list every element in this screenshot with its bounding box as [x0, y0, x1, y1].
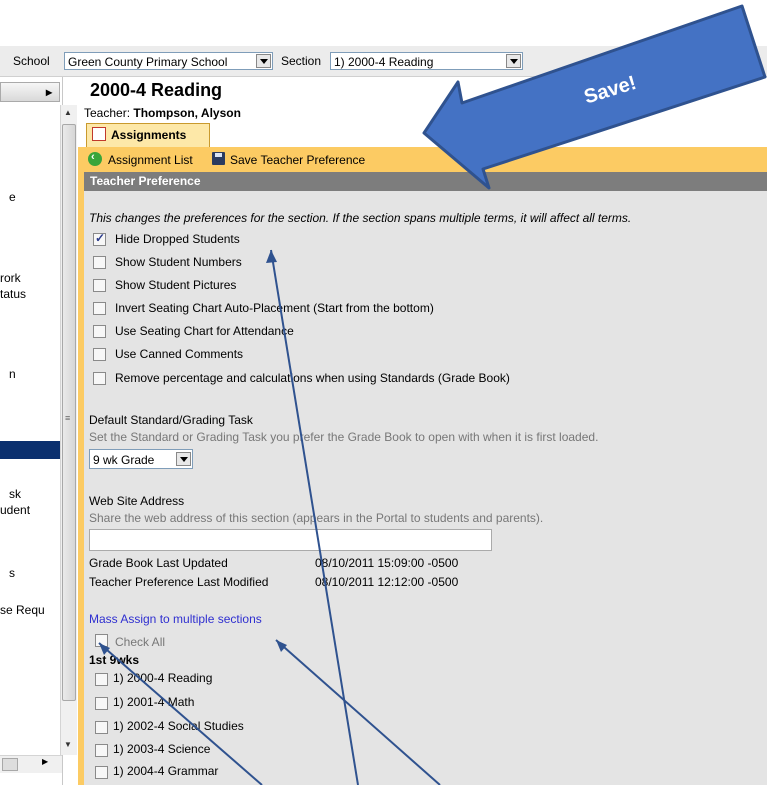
tab-assignments-label: Assignments [111, 128, 187, 142]
grip-icon: ≡ [65, 413, 71, 423]
section-item: 1) 2001-4 Math [113, 695, 195, 709]
page-title: 2000-4 Reading [90, 80, 223, 100]
section-checkbox[interactable] [95, 744, 108, 757]
edit-icon [92, 127, 106, 141]
default-task-help: Set the Standard or Grading Task you pre… [89, 430, 599, 444]
sidebar-item[interactable]: udent [0, 503, 30, 517]
section-label: Section [281, 54, 322, 68]
option-label: Use Seating Chart for Attendance [115, 324, 294, 338]
section-checkbox[interactable] [95, 766, 108, 779]
gradebook-updated-label: Grade Book Last Updated [89, 556, 228, 570]
sidebar-item[interactable]: sk [9, 487, 21, 501]
hide-dropped-checkbox[interactable] [93, 231, 106, 246]
section-select-value: 1) 2000-4 Reading [334, 55, 434, 69]
sidebar-item[interactable]: n [9, 367, 16, 381]
sidebar-item[interactable]: se Requ [0, 603, 45, 617]
hscroll-thumb[interactable] [2, 758, 18, 771]
section-header: Teacher Preference [84, 172, 767, 191]
section-checkbox[interactable] [95, 721, 108, 734]
chevron-down-icon [176, 452, 191, 466]
option-label: Remove percentage and calculations when … [115, 371, 510, 385]
preference-modified-label: Teacher Preference Last Modified [89, 575, 269, 589]
sidebar-item[interactable]: tatus [0, 287, 26, 301]
scroll-up-icon[interactable]: ▲ [64, 108, 72, 117]
school-label: School [13, 54, 50, 68]
section-item: 1) 2000-4 Reading [113, 671, 213, 685]
gradebook-updated-value: 08/10/2011 15:09:00 -0500 [315, 556, 459, 570]
default-task-label: Default Standard/Grading Task [89, 413, 253, 427]
tab-assignments[interactable]: Assignments [86, 123, 210, 147]
sidebar-scrollbar-thumb[interactable]: ≡ [62, 124, 76, 701]
school-select[interactable]: Green County Primary School [64, 52, 273, 70]
check-all-checkbox[interactable] [95, 634, 108, 647]
show-student-pictures-checkbox[interactable] [93, 279, 106, 292]
default-task-select[interactable]: 9 wk Grade [89, 449, 193, 469]
school-select-value: Green County Primary School [68, 55, 228, 69]
term-label: 1st 9wks [89, 653, 140, 667]
scroll-down-icon[interactable]: ▼ [64, 740, 72, 749]
section-checkbox[interactable] [95, 697, 108, 710]
section-item: 1) 2004-4 Grammar [113, 764, 219, 778]
preference-modified-value: 08/10/2011 12:12:00 -0500 [315, 575, 459, 589]
top-bar: School Green County Primary School Secti… [0, 46, 767, 77]
remove-percentage-checkbox[interactable] [93, 372, 106, 385]
scroll-right-icon[interactable]: ▶ [42, 757, 48, 766]
save-callout-text: Save! [582, 72, 639, 109]
note-text: This changes the preferences for the sec… [89, 211, 632, 225]
chevron-down-icon [256, 54, 271, 68]
sidebar-hscrollbar[interactable]: ▶ [0, 755, 62, 773]
show-student-numbers-checkbox[interactable] [93, 256, 106, 269]
toolbar: ‹ Assignment List Save Teacher Preferenc… [84, 150, 767, 170]
option-label: Hide Dropped Students [115, 232, 240, 246]
teacher-line: Teacher: Thompson, Alyson [84, 106, 241, 120]
sidebar [0, 77, 63, 785]
website-input[interactable] [89, 529, 492, 551]
check-all-label: Check All [115, 635, 166, 649]
seating-attendance-checkbox[interactable] [93, 325, 106, 338]
sidebar-item[interactable]: e [9, 190, 16, 204]
website-help: Share the web address of this section (a… [89, 511, 544, 525]
option-label: Invert Seating Chart Auto-Placement (Sta… [115, 301, 434, 315]
sidebar-tab-fragment: ▸ [46, 85, 53, 99]
section-checkbox[interactable] [95, 673, 108, 686]
sidebar-item[interactable]: s [9, 566, 15, 580]
sidebar-item-selected[interactable] [0, 441, 60, 459]
canned-comments-checkbox[interactable] [93, 348, 106, 361]
section-item: 1) 2002-4 Social Studies [113, 719, 244, 733]
website-label: Web Site Address [89, 494, 185, 508]
default-task-value: 9 wk Grade [93, 453, 155, 467]
assignment-list-link[interactable]: Assignment List [108, 153, 193, 167]
option-label: Show Student Pictures [115, 278, 237, 292]
option-label: Use Canned Comments [115, 347, 244, 361]
section-select[interactable]: 1) 2000-4 Reading [330, 52, 523, 70]
sidebar-item[interactable]: rork [0, 271, 21, 285]
sidebar-tab[interactable]: ▸ [0, 82, 60, 102]
chevron-down-icon [506, 54, 521, 68]
option-label: Show Student Numbers [115, 255, 242, 269]
teacher-label: Teacher: [84, 106, 134, 120]
teacher-name: Thompson, Alyson [133, 106, 241, 120]
section-item: 1) 2003-4 Science [113, 742, 211, 756]
save-preference-button[interactable]: Save Teacher Preference [230, 153, 365, 167]
invert-seating-checkbox[interactable] [93, 302, 106, 315]
mass-assign-link[interactable]: Mass Assign to multiple sections [89, 612, 262, 626]
